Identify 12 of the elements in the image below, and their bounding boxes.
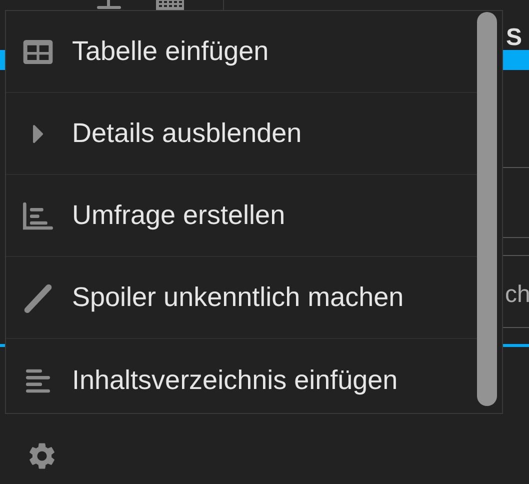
- grid-icon[interactable]: [156, 0, 184, 10]
- chart-icon: [22, 200, 54, 232]
- highlight-bar: [503, 50, 529, 70]
- menu-item[interactable]: Inhaltsverzeichnis einfügen: [6, 339, 477, 421]
- pencil-icon: [22, 282, 54, 314]
- menu-item[interactable]: Umfrage erstellen: [6, 175, 477, 257]
- highlight-bar: [0, 50, 5, 70]
- align-icon[interactable]: [96, 0, 122, 10]
- text-fragment: S: [506, 24, 522, 52]
- text-fragment: ch: [505, 281, 529, 309]
- scrollbar[interactable]: [477, 12, 497, 406]
- menu-item[interactable]: Tabelle einfügen: [6, 11, 477, 93]
